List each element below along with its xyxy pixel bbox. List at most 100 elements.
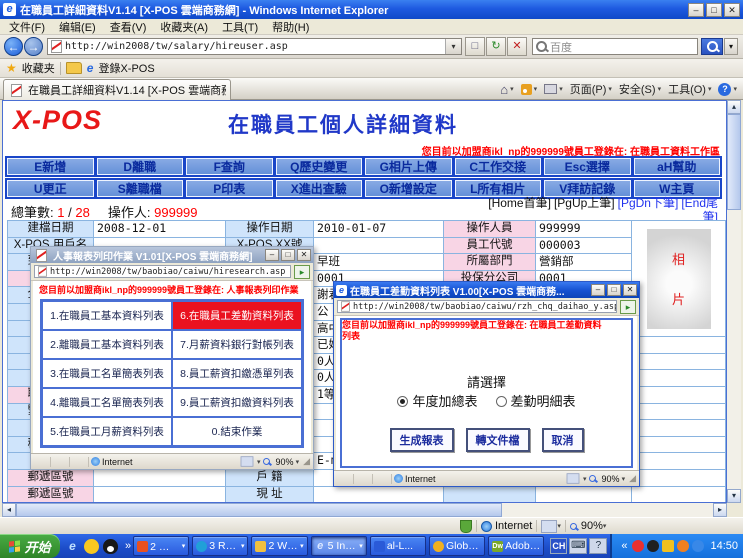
- tray-penguin-icon[interactable]: [647, 540, 659, 552]
- toolbar-button[interactable]: aH幫助: [634, 158, 721, 175]
- report-item[interactable]: 8.員工薪資扣繳憑單列表: [173, 360, 301, 387]
- dropdown-icon[interactable]: ▾: [557, 522, 561, 530]
- address-dropdown-icon[interactable]: ▾: [445, 39, 461, 54]
- export-file-button[interactable]: 轉文件檔: [466, 428, 530, 452]
- field-value[interactable]: 營銷部: [536, 254, 632, 271]
- menu-item[interactable]: 帮助(H): [265, 19, 316, 35]
- search-text[interactable]: 百度: [550, 39, 572, 55]
- minimize-button[interactable]: –: [265, 249, 279, 261]
- horizontal-scroll-thumb[interactable]: [16, 503, 502, 517]
- zoom-dropdown-icon[interactable]: ▾: [296, 458, 300, 466]
- search-dropdown-icon[interactable]: ▾: [724, 38, 738, 55]
- go-button[interactable]: ▸: [294, 265, 310, 279]
- tab-title[interactable]: 在職員工詳細資料V1.14 [X-POS 雲端商務網]: [28, 82, 226, 98]
- cancel-button[interactable]: 取消: [542, 428, 584, 452]
- field-value[interactable]: 2010-01-07: [314, 221, 444, 238]
- go-button[interactable]: ▸: [620, 300, 636, 314]
- toolbar-button[interactable]: Esc選擇: [544, 158, 631, 175]
- taskbar-button[interactable]: Global...: [429, 536, 485, 556]
- toolbar-button[interactable]: D離職: [97, 158, 184, 175]
- report-item[interactable]: 2.離職員工基本資料列表: [43, 331, 171, 358]
- address-input[interactable]: http://win2008/tw/salary/hireuser.asp ▾: [47, 38, 462, 55]
- zoom-dropdown-icon[interactable]: ▾: [603, 522, 607, 530]
- horizontal-scrollbar[interactable]: ◂ ▸: [2, 503, 727, 517]
- field-value[interactable]: [94, 470, 226, 487]
- toolbar-button[interactable]: O新增設定: [365, 180, 452, 197]
- menu-item[interactable]: 编辑(E): [52, 19, 103, 35]
- protected-mode-icon[interactable]: [241, 456, 254, 466]
- dropdown-icon[interactable]: ▾: [257, 458, 261, 466]
- taskbar-button[interactable]: al-L...: [370, 536, 426, 556]
- toolbar-button[interactable]: U更正: [7, 180, 94, 197]
- toolbar-button[interactable]: F查詢: [186, 158, 273, 175]
- scroll-left-icon[interactable]: ◂: [2, 503, 16, 517]
- field-value[interactable]: [536, 487, 632, 504]
- radio-icon[interactable]: [496, 396, 507, 407]
- maximize-button[interactable]: □: [706, 3, 722, 17]
- minimize-button[interactable]: –: [688, 3, 704, 17]
- popup1-address-input[interactable]: http://win2008/tw/baobiao/caiwu/hiresear…: [34, 265, 291, 278]
- report-item[interactable]: 4.離職員工名單簡表列表: [43, 389, 171, 416]
- report-item[interactable]: 5.在職員工月薪資料列表: [43, 418, 171, 445]
- dropdown-icon[interactable]: ▾: [583, 475, 587, 483]
- status-zoom[interactable]: 90%: [602, 474, 620, 484]
- close-button[interactable]: ✕: [297, 249, 311, 261]
- menu-item[interactable]: 收藏夹(A): [153, 19, 215, 35]
- report-item[interactable]: 7.月薪資料銀行對帳列表: [173, 331, 301, 358]
- status-zoom[interactable]: 90%: [276, 457, 294, 467]
- start-button[interactable]: 开始: [0, 534, 60, 558]
- taskbar-button-active[interactable]: e5 Inte...▾: [311, 536, 367, 556]
- popup2-address-input[interactable]: http://win2008/tw/baobiao/caiwu/rzh_chq_…: [337, 300, 617, 313]
- toolbar-button[interactable]: X進出查驗: [276, 180, 363, 197]
- report-item[interactable]: 0.結束作業: [173, 418, 301, 445]
- field-value[interactable]: [314, 238, 444, 255]
- address-url[interactable]: http://win2008/tw/salary/hireuser.asp: [65, 41, 445, 52]
- toolbar-button[interactable]: E新增: [7, 158, 94, 175]
- search-input[interactable]: 百度: [532, 38, 698, 55]
- protected-mode-icon[interactable]: [567, 473, 580, 483]
- vertical-scroll-thumb[interactable]: [727, 114, 741, 210]
- vertical-scrollbar[interactable]: ▴ ▾: [727, 100, 741, 503]
- protected-mode-icon[interactable]: [541, 520, 557, 533]
- forward-button[interactable]: →: [24, 37, 43, 56]
- menu-item[interactable]: 工具(T): [215, 19, 265, 35]
- chevron-icon[interactable]: »: [125, 540, 131, 552]
- field-value[interactable]: 000003: [536, 238, 632, 255]
- menu-item[interactable]: 文件(F): [2, 19, 52, 35]
- tab-active[interactable]: 在職員工詳細資料V1.14 [X-POS 雲端商務網]: [3, 79, 231, 100]
- maximize-button[interactable]: □: [607, 284, 621, 296]
- toolbar-button[interactable]: C工作交接: [455, 158, 542, 175]
- tray-qq-icon[interactable]: [632, 540, 644, 552]
- scroll-down-icon[interactable]: ▾: [727, 489, 741, 503]
- toolbar-button[interactable]: S離職檔: [97, 180, 184, 197]
- qq-icon[interactable]: [103, 539, 118, 554]
- report-item[interactable]: 9.員工薪資扣繳資料列表: [173, 389, 301, 416]
- safety-menu-button[interactable]: 安全(S)▾: [617, 81, 663, 97]
- toolbar-button[interactable]: P印表: [186, 180, 273, 197]
- favorites-button[interactable]: 收藏夹: [22, 60, 55, 76]
- ie-help-button[interactable]: ?▾: [716, 83, 739, 96]
- scroll-right-icon[interactable]: ▸: [713, 503, 727, 517]
- close-button[interactable]: ✕: [724, 3, 740, 17]
- toolbar-button[interactable]: W主頁: [634, 180, 721, 197]
- taskbar-button[interactable]: 2 新浪UC▾: [133, 536, 189, 556]
- search-go-button[interactable]: [701, 38, 723, 55]
- toolbar-button[interactable]: G相片上傳: [365, 158, 452, 175]
- popup1-url[interactable]: http://win2008/tw/baobiao/caiwu/hiresear…: [50, 267, 285, 277]
- field-value[interactable]: 999999: [536, 221, 632, 238]
- taskbar-button[interactable]: DwAdobe ...: [488, 536, 544, 556]
- maximize-button[interactable]: □: [281, 249, 295, 261]
- radio-option[interactable]: 差勤明細表: [496, 391, 576, 410]
- resize-grip-icon[interactable]: ◢: [629, 473, 636, 484]
- popup2-url[interactable]: http://win2008/tw/baobiao/caiwu/rzh_chq_…: [353, 302, 617, 312]
- back-button[interactable]: ←: [4, 37, 23, 56]
- report-item-selected[interactable]: 6.在職員工差勤資料列表: [173, 302, 301, 329]
- favorites-link[interactable]: 登錄X-POS: [98, 60, 154, 76]
- resize-grip-icon[interactable]: ◢: [303, 456, 310, 467]
- add-favorite-icon[interactable]: [66, 62, 82, 74]
- radio-option[interactable]: 年度加總表: [397, 391, 477, 410]
- taskbar-button[interactable]: 2 Wind...▾: [251, 536, 307, 556]
- field-value[interactable]: 早班: [314, 254, 444, 271]
- toolbar-button[interactable]: Q歷史變更: [276, 158, 363, 175]
- toolbar-button[interactable]: L所有相片: [455, 180, 542, 197]
